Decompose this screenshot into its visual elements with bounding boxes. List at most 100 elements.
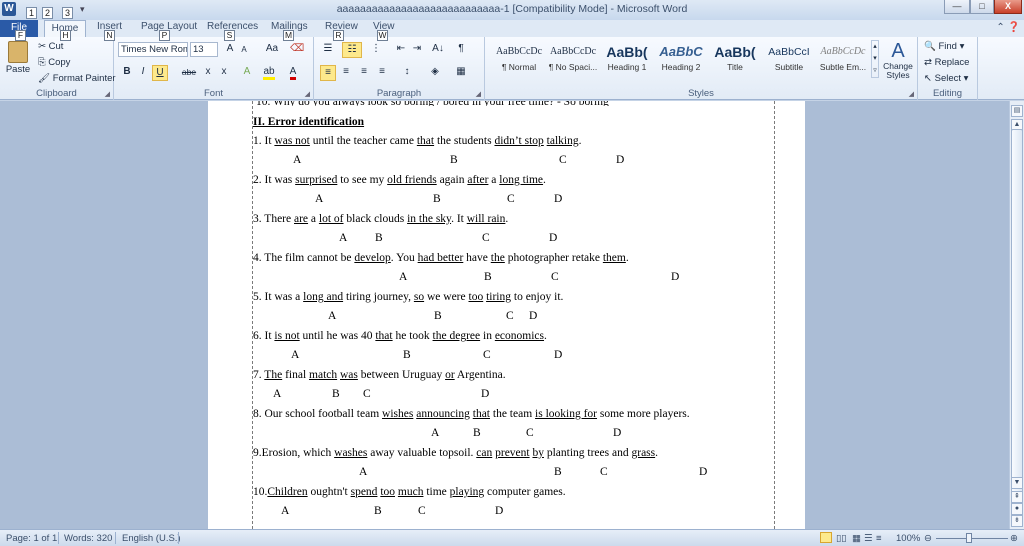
zoom-slider[interactable] bbox=[936, 538, 1008, 539]
grow-font-button[interactable]: A bbox=[224, 42, 236, 56]
underlined-option: is looking for bbox=[535, 408, 598, 420]
print-layout-view-icon[interactable] bbox=[820, 532, 832, 543]
outline-view-icon[interactable]: ☰ bbox=[864, 533, 873, 544]
question-text: . bbox=[578, 135, 582, 147]
vertical-scrollbar[interactable]: ▤ ▲ ▼ ⇞ ● ⇟ bbox=[1009, 101, 1024, 529]
font-group-label: Font bbox=[203, 88, 223, 99]
next-page-icon[interactable]: ⇟ bbox=[1011, 515, 1023, 527]
font-name-combo[interactable]: Times New Rom bbox=[118, 42, 188, 57]
document-area: 10. Why do you always look so boring / b… bbox=[0, 101, 1009, 529]
shrink-font-button[interactable]: A bbox=[238, 43, 250, 57]
show-formatting-button[interactable]: ¶ bbox=[454, 42, 468, 56]
styles-launcher-icon[interactable]: ◢ bbox=[909, 90, 914, 98]
find-button[interactable]: 🔍 Find ▾ bbox=[924, 41, 964, 52]
decrease-indent-icon[interactable]: ⇤ bbox=[394, 42, 408, 56]
question-text: a bbox=[308, 213, 319, 225]
zoom-slider-knob[interactable] bbox=[966, 533, 972, 543]
underlined-option: had better bbox=[417, 252, 464, 264]
font-size-combo[interactable]: 13 bbox=[190, 42, 218, 57]
word-count[interactable]: Words: 320 bbox=[64, 533, 112, 544]
highlight-icon[interactable]: ab bbox=[260, 65, 278, 80]
language-indicator[interactable]: English (U.S.) bbox=[122, 533, 181, 544]
style-heading-2[interactable]: AaBbC Heading 2 bbox=[655, 40, 707, 78]
superscript-button[interactable]: x bbox=[218, 65, 230, 79]
replace-button[interactable]: ⇄ Replace bbox=[924, 57, 969, 68]
select-button[interactable]: ↖ Select ▾ bbox=[924, 73, 968, 84]
full-screen-reading-icon[interactable]: ▯▯ bbox=[836, 533, 846, 544]
close-button[interactable]: X bbox=[994, 0, 1022, 14]
draft-view-icon[interactable]: ≡ bbox=[876, 533, 882, 544]
change-case-button[interactable]: Aa bbox=[262, 42, 282, 56]
style-subtitle[interactable]: AaBbCcI Subtitle bbox=[763, 40, 815, 78]
cut-button[interactable]: ✂ Cut bbox=[38, 41, 63, 52]
copy-button[interactable]: ⎘ Copy bbox=[38, 57, 70, 68]
answer-letter-b: B bbox=[403, 349, 411, 361]
section-heading: II. Error identification bbox=[253, 116, 364, 128]
underline-button[interactable]: U bbox=[152, 65, 168, 81]
style-no-spacing[interactable]: AaBbCcDc ¶ No Spaci... bbox=[547, 40, 599, 78]
right-text-boundary bbox=[774, 101, 775, 529]
answer-letter-a: A bbox=[315, 193, 324, 205]
line-spacing-icon[interactable]: ↕ bbox=[398, 65, 416, 79]
underlined-option: lot of bbox=[318, 213, 344, 225]
question-text: . bbox=[505, 213, 509, 225]
question-text: It bbox=[264, 135, 275, 147]
clear-formatting-icon[interactable]: ⌫ bbox=[290, 42, 304, 56]
maximize-button[interactable]: □ bbox=[970, 0, 994, 14]
paste-label: Paste bbox=[5, 64, 31, 75]
font-color-icon[interactable]: A bbox=[284, 65, 302, 80]
minimize-button[interactable]: — bbox=[944, 0, 970, 14]
previous-page-icon[interactable]: ⇞ bbox=[1011, 491, 1023, 503]
page-count[interactable]: Page: 1 of 1 bbox=[6, 533, 57, 544]
change-styles-button[interactable]: A Change Styles bbox=[881, 40, 915, 80]
styles-scroll-icon[interactable]: ▴ ▾ ▿ bbox=[871, 40, 879, 78]
keytip-mailings: M bbox=[283, 30, 294, 41]
shading-icon[interactable]: ◈ bbox=[426, 65, 444, 79]
help-icon[interactable]: ⌃ ❓ bbox=[996, 22, 1020, 33]
style-normal[interactable]: AaBbCcDc ¶ Normal bbox=[493, 40, 545, 78]
bullets-icon[interactable]: ☰ bbox=[320, 42, 336, 56]
increase-indent-icon[interactable]: ⇥ bbox=[410, 42, 424, 56]
zoom-out-icon[interactable]: ⊖ bbox=[924, 533, 932, 544]
zoom-level[interactable]: 100% bbox=[896, 533, 920, 544]
font-launcher-icon[interactable]: ◢ bbox=[305, 90, 310, 98]
replace-label: Replace bbox=[934, 57, 970, 68]
clipboard-launcher-icon[interactable]: ◢ bbox=[105, 90, 110, 98]
zoom-in-icon[interactable]: ⊕ bbox=[1010, 533, 1018, 544]
question-number: 1. bbox=[253, 135, 265, 147]
borders-icon[interactable]: ▦ bbox=[452, 65, 470, 79]
bold-button[interactable]: B bbox=[120, 65, 134, 79]
paste-button[interactable]: Paste bbox=[4, 41, 32, 81]
numbering-icon[interactable]: ☷ bbox=[342, 42, 362, 58]
underlined-option: so bbox=[413, 291, 425, 303]
underlined-option: didn’t stop bbox=[494, 135, 544, 147]
underlined-option: washes bbox=[334, 447, 368, 459]
style-subtle-emphasis[interactable]: AaBbCcDc Subtle Em... bbox=[817, 40, 869, 78]
ruler-toggle-icon[interactable]: ▤ bbox=[1011, 105, 1023, 117]
paragraph-launcher-icon[interactable]: ◢ bbox=[476, 90, 481, 98]
question-text: Our school football team bbox=[264, 408, 383, 420]
justify-icon[interactable]: ≡ bbox=[374, 65, 390, 79]
scroll-thumb[interactable] bbox=[1011, 129, 1023, 499]
document-page[interactable]: 10. Why do you always look so boring / b… bbox=[208, 101, 805, 529]
answer-letter-a: A bbox=[281, 505, 290, 517]
answer-letter-b: B bbox=[433, 193, 441, 205]
style-heading-1[interactable]: AaBb( Heading 1 bbox=[601, 40, 653, 78]
italic-button[interactable]: I bbox=[136, 65, 150, 79]
style-title[interactable]: AaBb( Title bbox=[709, 40, 761, 78]
sort-button[interactable]: A↓ bbox=[430, 42, 446, 56]
format-painter-button[interactable]: 🖌 Format Painter bbox=[38, 73, 116, 84]
question-text: oughtn't bbox=[307, 486, 351, 498]
text-effects-icon[interactable]: A bbox=[238, 65, 256, 79]
browse-object-icon[interactable]: ● bbox=[1011, 503, 1023, 515]
subscript-button[interactable]: x bbox=[202, 65, 214, 79]
align-right-icon[interactable]: ≡ bbox=[356, 65, 372, 79]
scroll-down-icon[interactable]: ▼ bbox=[1011, 477, 1023, 489]
web-layout-icon[interactable]: ▦ bbox=[852, 533, 861, 544]
strikethrough-button[interactable]: abe bbox=[180, 65, 198, 79]
answer-letter-b: B bbox=[375, 232, 383, 244]
align-center-icon[interactable]: ≡ bbox=[338, 65, 354, 79]
multilevel-list-icon[interactable]: ⋮ bbox=[368, 42, 384, 56]
align-left-icon[interactable]: ≡ bbox=[320, 65, 336, 81]
format-painter-label: Format Painter bbox=[52, 73, 116, 84]
